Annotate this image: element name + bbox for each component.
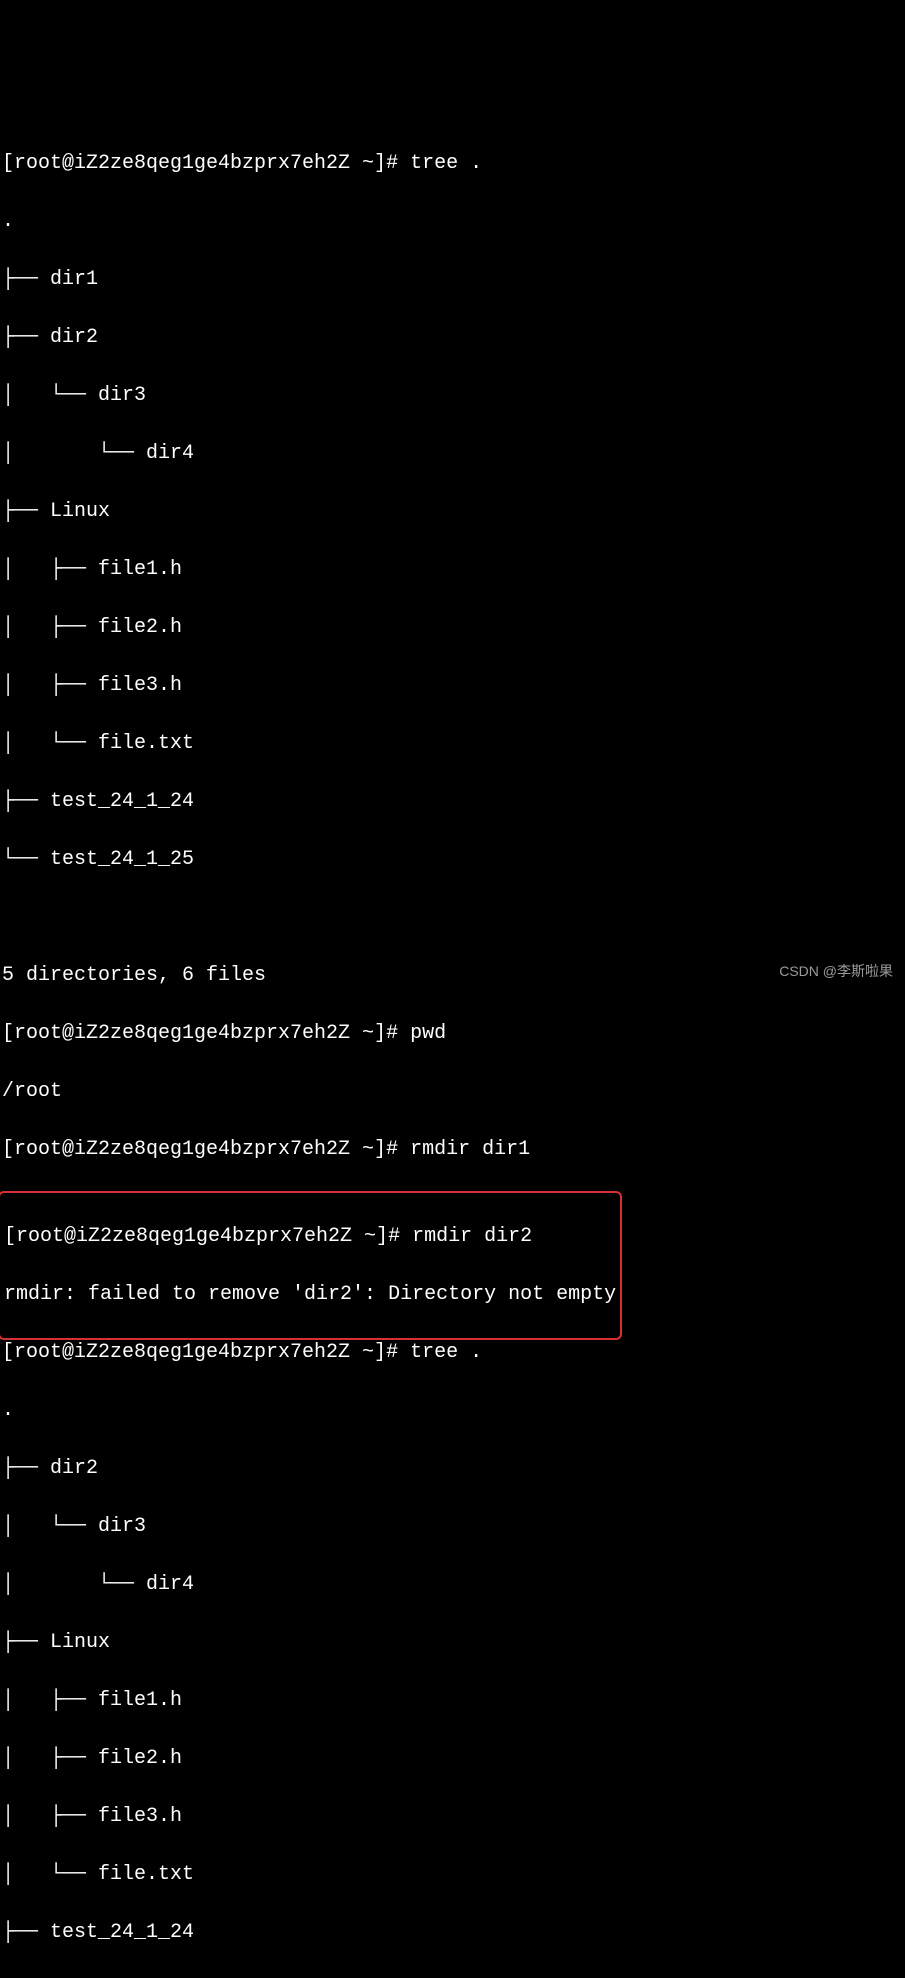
prompt-line[interactable]: [root@iZ2ze8qeg1ge4bzprx7eh2Z ~]# rmdir … [4,1222,616,1251]
tree-item: └── test_24_1_25 [2,1976,903,1978]
tree-item: ├── dir2 [2,1454,903,1483]
prompt-line[interactable]: [root@iZ2ze8qeg1ge4bzprx7eh2Z ~]# tree . [2,149,903,178]
tree-item: │ ├── file2.h [2,1744,903,1773]
command-text: tree . [410,1341,482,1364]
tree-item: │ ├── file3.h [2,1802,903,1831]
prompt-line[interactable]: [root@iZ2ze8qeg1ge4bzprx7eh2Z ~]# rmdir … [2,1135,903,1164]
tree-item: │ └── dir4 [2,1570,903,1599]
watermark-text: CSDN @李斯啦果 [779,963,893,979]
shell-prompt: [root@iZ2ze8qeg1ge4bzprx7eh2Z ~]# [2,1341,410,1364]
tree-item: │ ├── file1.h [2,1686,903,1715]
command-text: pwd [410,1022,446,1045]
shell-prompt: [root@iZ2ze8qeg1ge4bzprx7eh2Z ~]# [2,1138,410,1161]
command-text: rmdir dir2 [412,1225,532,1248]
shell-prompt: [root@iZ2ze8qeg1ge4bzprx7eh2Z ~]# [4,1225,412,1248]
tree-item: │ ├── file3.h [2,671,903,700]
tree-item: ├── test_24_1_24 [2,787,903,816]
prompt-line[interactable]: [root@iZ2ze8qeg1ge4bzprx7eh2Z ~]# pwd [2,1019,903,1048]
tree-item: ├── test_24_1_24 [2,1918,903,1947]
tree-summary: 5 directories, 6 files [2,961,903,990]
tree-item: ├── dir2 [2,323,903,352]
tree-item: │ ├── file1.h [2,555,903,584]
prompt-line[interactable]: [root@iZ2ze8qeg1ge4bzprx7eh2Z ~]# tree . [2,1338,903,1367]
tree-item: │ └── dir3 [2,1512,903,1541]
tree-item: │ ├── file2.h [2,613,903,642]
tree-item: │ └── dir3 [2,381,903,410]
tree-item: ├── dir1 [2,265,903,294]
terminal-output: [root@iZ2ze8qeg1ge4bzprx7eh2Z ~]# tree .… [2,120,903,1978]
tree-item: │ └── dir4 [2,439,903,468]
tree-item: │ └── file.txt [2,729,903,758]
blank-line [2,903,903,932]
error-message: rmdir: failed to remove 'dir2': Director… [4,1280,616,1309]
tree-item: └── test_24_1_25 [2,845,903,874]
pwd-output: /root [2,1077,903,1106]
tree-item: │ └── file.txt [2,1860,903,1889]
command-text: rmdir dir1 [410,1138,530,1161]
shell-prompt: [root@iZ2ze8qeg1ge4bzprx7eh2Z ~]# [2,152,410,175]
shell-prompt: [root@iZ2ze8qeg1ge4bzprx7eh2Z ~]# [2,1022,410,1045]
tree-item: ├── Linux [2,497,903,526]
tree-root: . [2,207,903,236]
tree-item: ├── Linux [2,1628,903,1657]
watermark: CSDN @李斯啦果 [779,961,893,981]
command-text: tree . [410,152,482,175]
error-highlight-box: [root@iZ2ze8qeg1ge4bzprx7eh2Z ~]# rmdir … [0,1191,622,1340]
tree-root: . [2,1396,903,1425]
